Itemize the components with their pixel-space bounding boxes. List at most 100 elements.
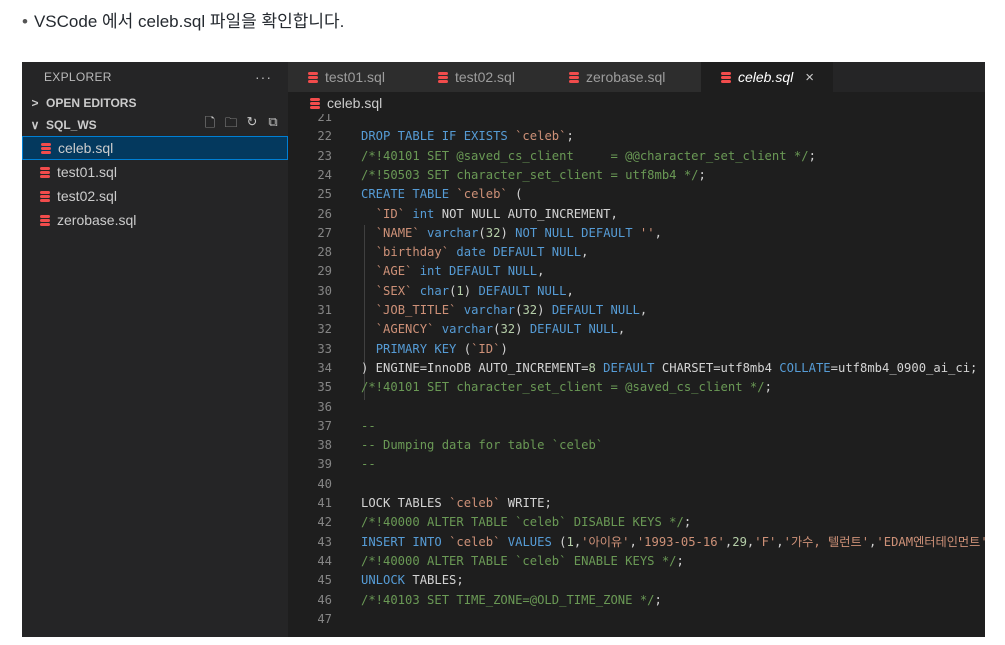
- code-line: 46 /*!40103 SET TIME_ZONE=@OLD_TIME_ZONE …: [288, 591, 985, 610]
- code-editor[interactable]: 21 22 DROP TABLE IF EXISTS `celeb`; 23 /*!40…: [288, 114, 985, 637]
- code-token: DROP TABLE IF EXISTS: [361, 129, 516, 144]
- code-token: 1: [566, 534, 574, 549]
- line-number: 28: [317, 245, 332, 260]
- chevron-down-icon: ∨: [30, 118, 40, 132]
- code-token: 29: [732, 534, 747, 549]
- new-file-icon[interactable]: 🗋: [203, 114, 217, 136]
- line-number: 43: [317, 534, 332, 549]
- code-token: `AGE`: [375, 264, 413, 279]
- database-icon: [310, 97, 320, 109]
- code-token: CREATE TABLE: [361, 187, 457, 202]
- tab-zerobase-sql[interactable]: zerobase.sql: [549, 62, 701, 92]
- code-token: ,: [639, 303, 648, 317]
- open-editors-section[interactable]: > OPEN EDITORS: [22, 92, 288, 114]
- line-number: 44: [317, 553, 332, 568]
- code-token: '': [639, 225, 655, 240]
- database-icon: [721, 71, 731, 83]
- line-number: 47: [317, 611, 332, 626]
- code-token: `AGENCY`: [375, 322, 435, 337]
- database-icon: [40, 166, 50, 178]
- code-token: 32: [522, 303, 538, 317]
- explorer-sidebar: EXPLORER ··· > OPEN EDITORS ∨ SQL_WS 🗋 🗀…: [22, 62, 288, 637]
- code-token: `celeb`: [449, 534, 501, 549]
- close-icon[interactable]: ×: [805, 69, 814, 86]
- file-test02-sql[interactable]: test02.sql: [22, 184, 288, 208]
- file-test01-sql[interactable]: test01.sql: [22, 160, 288, 184]
- code-line: 29 `AGE` int DEFAULT NULL,: [288, 262, 985, 281]
- file-label: test02.sql: [57, 188, 117, 204]
- code-line: 38 -- Dumping data for table `celeb`: [288, 436, 985, 455]
- database-icon: [40, 190, 50, 202]
- code-line: 41 LOCK TABLES `celeb` WRITE;: [288, 494, 985, 513]
- breadcrumb[interactable]: celeb.sql: [288, 92, 985, 114]
- code-token: ): [500, 225, 516, 240]
- code-token: `SEX`: [375, 283, 413, 298]
- code-token: ,: [581, 245, 589, 260]
- code-token: ;: [566, 129, 574, 144]
- tab-celeb-sql[interactable]: celeb.sql ×: [701, 62, 833, 92]
- line-number: 40: [317, 476, 332, 491]
- explorer-title: EXPLORER: [44, 70, 112, 84]
- line-number: 26: [317, 206, 332, 221]
- tab-bar: test01.sql test02.sql zerobase.sql celeb…: [288, 62, 985, 92]
- code-token: /*!40101 SET @saved_cs_client = @@charac…: [361, 148, 809, 163]
- file-celeb-sql[interactable]: celeb.sql: [22, 136, 288, 160]
- code-token: char: [412, 283, 450, 298]
- file-zerobase-sql[interactable]: zerobase.sql: [22, 208, 288, 232]
- code-line: 26 `ID` int NOT NULL AUTO_INCREMENT,: [288, 205, 985, 224]
- new-folder-icon[interactable]: 🗀: [224, 114, 238, 136]
- code-token: '가수, 텔런트': [783, 534, 870, 549]
- code-token: DEFAULT NULL: [551, 303, 640, 317]
- code-token: --: [361, 457, 376, 472]
- code-token: `ID`: [471, 341, 501, 356]
- code-token: NOT NULL DEFAULT: [515, 225, 640, 240]
- code-token: ;: [764, 380, 772, 395]
- workspace-label: SQL_WS: [46, 118, 97, 132]
- code-token: ;: [808, 148, 816, 163]
- code-token: `NAME`: [375, 225, 420, 240]
- code-token: ,: [629, 534, 637, 549]
- code-token: 1: [456, 283, 464, 298]
- file-label: celeb.sql: [58, 140, 114, 156]
- code-line: 44 /*!40000 ALTER TABLE `celeb` ENABLE KE…: [288, 552, 985, 571]
- code-line: 24 /*!50503 SET character_set_client = ut…: [288, 166, 985, 185]
- tab-test01-sql[interactable]: test01.sql: [288, 62, 418, 92]
- code-token: ;: [698, 167, 706, 182]
- vscode-window: EXPLORER ··· > OPEN EDITORS ∨ SQL_WS 🗋 🗀…: [22, 62, 985, 637]
- line-number: 31: [317, 303, 332, 317]
- code-line: 32 `AGENCY` varchar(32) DEFAULT NULL,: [288, 320, 985, 339]
- code-token: varchar: [434, 322, 494, 337]
- line-number: 24: [317, 167, 332, 182]
- chevron-right-icon: >: [31, 96, 39, 110]
- tab-label: test01.sql: [325, 69, 385, 85]
- line-number: 41: [317, 496, 332, 510]
- code-token: '1993-05-16': [636, 534, 725, 549]
- tab-test02-sql[interactable]: test02.sql: [418, 62, 549, 92]
- line-number: 23: [317, 148, 332, 163]
- code-token: DEFAULT NULL: [478, 283, 567, 298]
- line-number: 21: [317, 114, 332, 124]
- workspace-section[interactable]: ∨ SQL_WS 🗋 🗀 ↻ ⧉: [22, 114, 288, 136]
- code-token: /*!50503 SET character_set_client = utf8…: [361, 167, 699, 182]
- code-line: 33 PRIMARY KEY (`ID`): [288, 340, 985, 359]
- code-token: VALUES: [500, 534, 560, 549]
- bullet: •: [22, 12, 28, 31]
- line-number: 37: [317, 418, 332, 433]
- line-number: 22: [317, 129, 332, 144]
- caption: • VSCode 에서 celeb.sql 파일을 확인합니다.: [22, 10, 344, 34]
- refresh-icon[interactable]: ↻: [245, 114, 259, 136]
- database-icon: [41, 142, 51, 154]
- collapse-all-icon[interactable]: ⧉: [266, 114, 280, 136]
- code-token: ;: [676, 553, 684, 568]
- code-token: ,: [617, 322, 626, 337]
- code-token: ): [515, 322, 530, 337]
- line-number: 29: [317, 264, 332, 279]
- code-token: 8: [588, 360, 596, 375]
- more-actions-icon[interactable]: ···: [255, 69, 272, 85]
- code-line: 35 /*!40101 SET character_set_client = @s…: [288, 378, 985, 397]
- code-token: (: [463, 341, 472, 356]
- code-token: `JOB_TITLE`: [375, 303, 457, 317]
